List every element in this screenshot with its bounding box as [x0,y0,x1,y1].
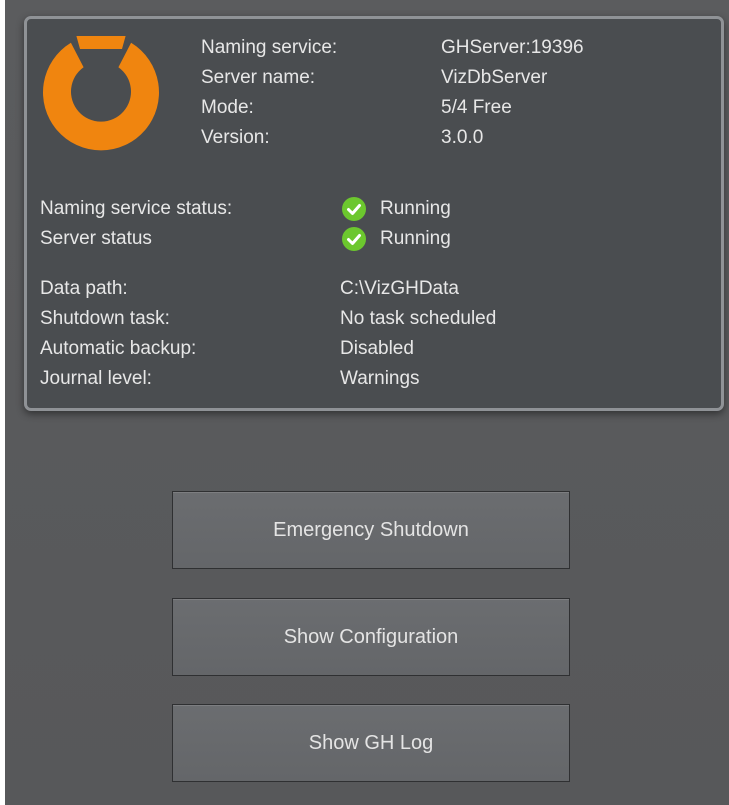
server-name-value: VizDbServer [441,67,548,88]
version-label: Version: [201,127,270,148]
viz-logo-icon [43,36,159,151]
naming-service-value: GHServer:19396 [441,37,584,58]
journal-level-value: Warnings [340,368,420,389]
data-path-value: C:\VizGHData [340,278,459,299]
app-window: Naming service: GHServer:19396 Server na… [5,0,729,805]
server-info-panel: Naming service: GHServer:19396 Server na… [24,16,724,411]
data-path-label: Data path: [40,278,128,299]
mode-label: Mode: [201,97,254,118]
show-configuration-button[interactable]: Show Configuration [172,598,570,676]
naming-service-status-label: Naming service status: [40,198,233,219]
check-circle-icon [342,227,366,251]
emergency-shutdown-button[interactable]: Emergency Shutdown [172,491,570,569]
naming-service-label: Naming service: [201,37,338,58]
server-status-value: Running [380,228,451,249]
journal-level-label: Journal level: [40,368,152,389]
check-circle-icon [342,197,366,221]
naming-service-status-value: Running [380,198,451,219]
server-name-label: Server name: [201,67,316,88]
version-value: 3.0.0 [441,127,484,148]
shutdown-task-label: Shutdown task: [40,308,170,329]
server-status-label: Server status [40,228,152,249]
show-configuration-label: Show Configuration [283,625,459,648]
automatic-backup-label: Automatic backup: [40,338,197,359]
emergency-shutdown-label: Emergency Shutdown [273,518,469,541]
automatic-backup-value: Disabled [340,338,414,359]
show-gh-log-label: Show GH Log [308,731,434,754]
shutdown-task-value: No task scheduled [340,308,497,329]
mode-value: 5/4 Free [441,97,512,118]
show-gh-log-button[interactable]: Show GH Log [172,704,570,782]
